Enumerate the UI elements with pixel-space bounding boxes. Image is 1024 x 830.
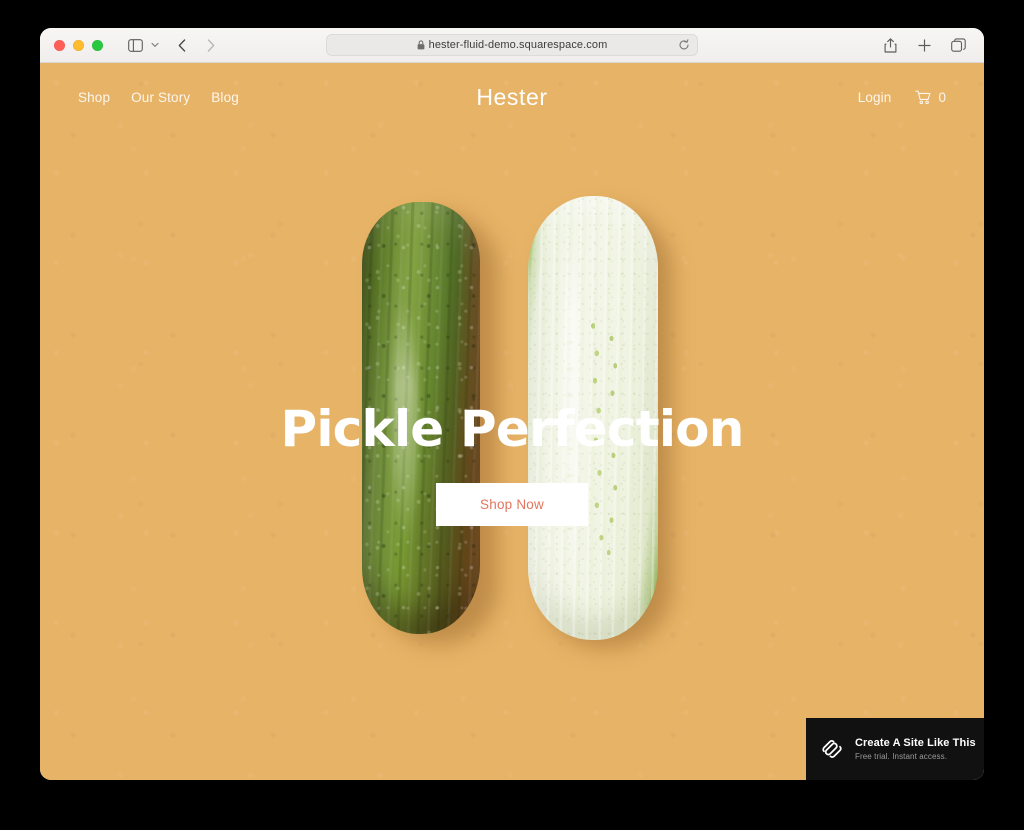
share-icon[interactable] [878,34,902,56]
cart-button[interactable]: 0 [915,90,946,105]
back-button[interactable] [170,34,194,56]
tabs-icon[interactable] [946,34,970,56]
shop-now-button[interactable]: Shop Now [436,483,588,526]
login-link[interactable]: Login [858,90,892,105]
browser-toolbar: hester-fluid-demo.squarespace.com [40,28,984,63]
toolbar-actions [878,34,970,56]
cart-icon [915,90,932,105]
close-window-button[interactable] [54,39,65,51]
site-header: Shop Our Story Blog Hester Login 0 [40,63,984,131]
nav-link-our-story[interactable]: Our Story [131,90,190,105]
promo-subtitle: Free trial. Instant access. [855,752,948,761]
sidebar-icon[interactable] [123,34,147,56]
reload-icon[interactable] [678,39,690,51]
zoom-window-button[interactable] [92,39,103,51]
sidebar-controls [123,34,162,56]
cart-count: 0 [938,89,946,105]
plus-icon[interactable] [912,34,936,56]
squarespace-logo-icon [820,737,844,761]
promo-title: Create A Site Like This [855,737,976,749]
header-actions: Login 0 [858,90,946,105]
lock-icon [417,40,425,50]
chevron-down-icon[interactable] [148,34,162,56]
address-bar[interactable]: hester-fluid-demo.squarespace.com [326,34,698,56]
hero-content: Pickle Perfection Shop Now [40,403,984,526]
browser-window: hester-fluid-demo.squarespace.com Shop O… [40,28,984,780]
nav-link-blog[interactable]: Blog [211,90,239,105]
nav-link-shop[interactable]: Shop [78,90,110,105]
squarespace-promo-badge[interactable]: Create A Site Like This Free trial. Inst… [806,718,984,780]
navigation-controls [170,34,223,56]
window-controls [54,39,103,51]
promo-text: Create A Site Like This Free trial. Inst… [855,737,976,761]
hero-heading: Pickle Perfection [280,400,744,458]
primary-nav: Shop Our Story Blog [78,90,239,105]
website-viewport: Shop Our Story Blog Hester Login 0 Pickl… [40,63,984,780]
url-text: hester-fluid-demo.squarespace.com [428,39,608,51]
forward-button[interactable] [199,34,223,56]
minimize-window-button[interactable] [73,39,84,51]
desktop-backdrop: hester-fluid-demo.squarespace.com Shop O… [0,0,1024,830]
